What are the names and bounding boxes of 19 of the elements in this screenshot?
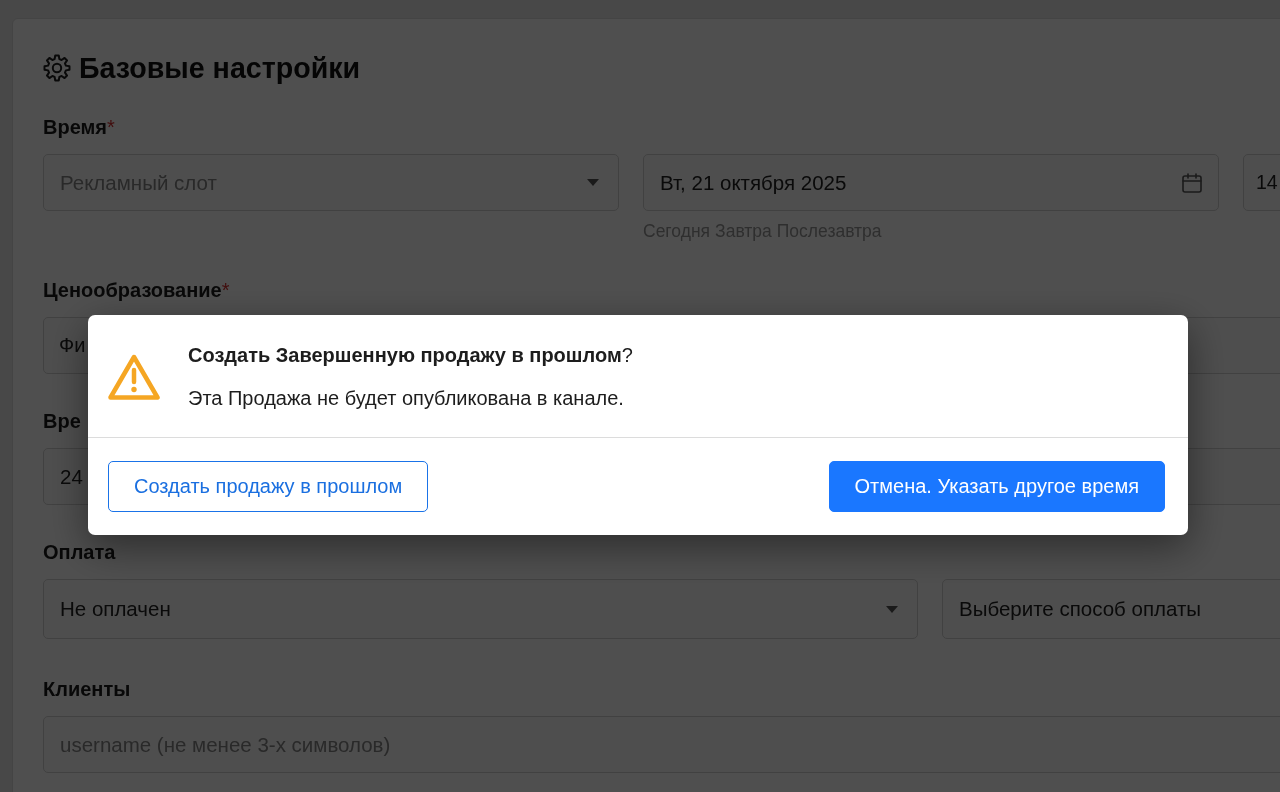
dialog-message: Эта Продажа не будет опубликована в канале. (188, 386, 625, 410)
field-label: Вре (43, 409, 81, 433)
section-title: Базовые настройки (79, 51, 361, 86)
input-field[interactable]: Выберите способ оплаты (942, 579, 1280, 639)
cancel-button[interactable]: Отмена. Указать другое время (828, 461, 1165, 512)
caret-icon (587, 179, 599, 186)
create-button[interactable]: Создать продажу в прошлом (108, 461, 429, 512)
field-label: Оплата (43, 540, 116, 564)
dialog-title: Создать Завершенную продажу в прошлом? (188, 343, 633, 367)
input-field[interactable]: 14 (1243, 154, 1280, 211)
date-field[interactable]: Вт, 21 октября 2025 (643, 154, 1219, 211)
field-label: Время* (43, 115, 115, 139)
calendar-icon[interactable] (1182, 172, 1202, 193)
settings-icon (43, 54, 71, 82)
field-label: Ценообразование* (43, 278, 230, 302)
field-label: Клиенты (43, 677, 131, 701)
select-field[interactable]: Не оплачен (43, 579, 918, 639)
warning-icon (108, 353, 160, 400)
caret-icon (886, 605, 898, 613)
